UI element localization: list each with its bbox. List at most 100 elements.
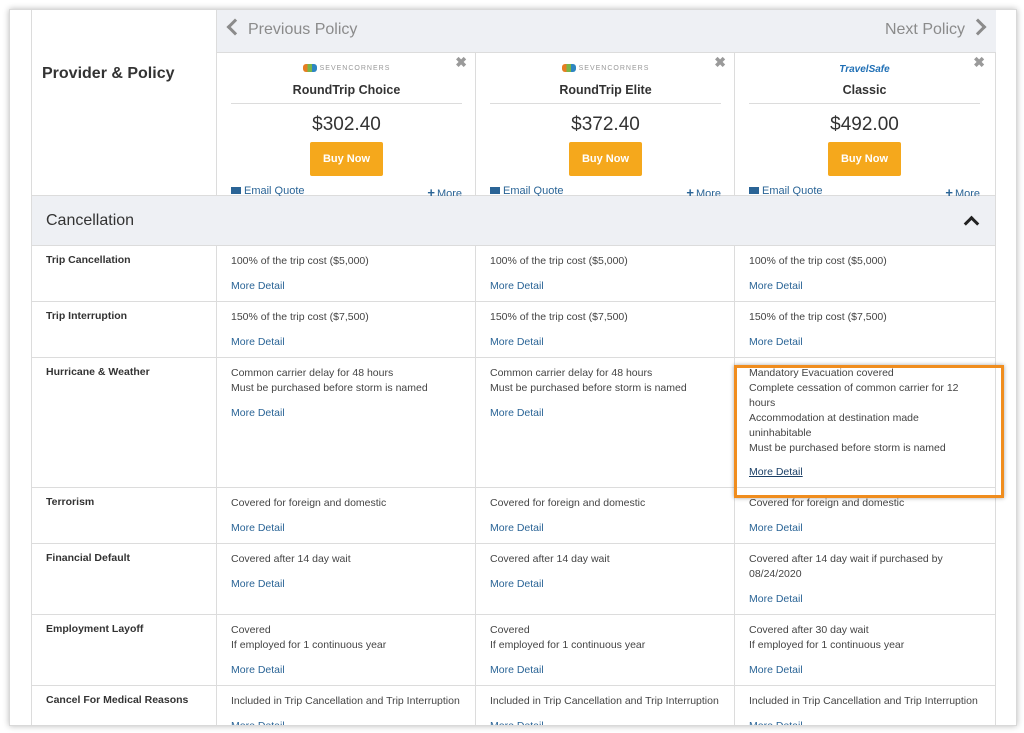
more-detail-link[interactable]: More Detail — [749, 720, 803, 725]
table-cell: Included in Trip Cancellation and Trip I… — [734, 686, 994, 725]
policy-price: $492.00 — [830, 114, 899, 135]
more-detail-link[interactable]: More Detail — [490, 280, 544, 292]
cell-text: Included in Trip Cancellation and Trip I… — [231, 695, 460, 707]
more-detail-link[interactable]: More Detail — [231, 280, 285, 292]
envelope-icon — [490, 187, 500, 194]
cell-text: Covered If employed for 1 continuous yea… — [231, 624, 387, 651]
more-detail-link[interactable]: More Detail — [231, 664, 285, 676]
table-row: Trip Interruption 150% of the trip cost … — [32, 302, 995, 358]
table-row: Employment Layoff Covered If employed fo… — [32, 615, 995, 686]
table-cell: 100% of the trip cost ($5,000) More Detai… — [734, 246, 994, 301]
envelope-icon — [231, 187, 241, 194]
more-detail-link[interactable]: More Detail — [490, 578, 544, 590]
table-cell: Covered after 14 day wait if purchased b… — [734, 544, 994, 614]
table-cell: Common carrier delay for 48 hours Must b… — [216, 358, 476, 487]
chevron-up-icon[interactable] — [963, 215, 980, 232]
cell-text: Covered after 14 day wait — [490, 553, 610, 565]
more-detail-link[interactable]: More Detail — [749, 280, 803, 292]
chevron-right-icon — [969, 18, 987, 36]
buy-now-button[interactable]: Buy Now — [310, 142, 383, 176]
table-cell: Covered after 30 day wait If employed fo… — [734, 615, 994, 685]
buy-now-button[interactable]: Buy Now — [828, 142, 901, 176]
cell-text: Common carrier delay for 48 hours Must b… — [231, 367, 428, 394]
envelope-icon — [749, 187, 759, 194]
more-detail-link[interactable]: More Detail — [749, 593, 803, 605]
table-cell: Covered If employed for 1 continuous yea… — [216, 615, 476, 685]
sevencorners-mark-icon — [561, 64, 576, 72]
previous-policy-label: Previous Policy — [248, 21, 358, 38]
cell-text: Covered after 14 day wait if purchased b… — [749, 553, 943, 580]
more-detail-link[interactable]: More Detail — [490, 720, 544, 725]
policy-name: RoundTrip Choice — [292, 83, 401, 97]
cell-text: Common carrier delay for 48 hours Must b… — [490, 367, 687, 394]
table-cell: 150% of the trip cost ($7,500) More Detai… — [216, 302, 476, 357]
provider-policy-heading: Provider & Policy — [42, 65, 175, 82]
table-row: Cancel For Medical Reasons Included in T… — [32, 686, 995, 725]
section-header-cancellation[interactable]: Cancellation — [32, 196, 995, 246]
policy-header-row: Provider & Policy ✖ SEVENCORNERS RoundTr… — [32, 52, 995, 200]
section-title: Cancellation — [46, 212, 135, 229]
table-cell: Covered after 14 day wait More Detail — [216, 544, 476, 614]
row-label: Trip Cancellation — [46, 254, 131, 266]
cell-text: Covered for foreign and domestic — [749, 497, 905, 509]
next-policy-link[interactable]: Next Policy — [884, 18, 987, 39]
more-detail-link[interactable]: More Detail — [231, 407, 285, 419]
cell-text: Covered for foreign and domestic — [231, 497, 387, 509]
chevron-left-icon — [226, 18, 244, 36]
policy-nav-bar: Previous Policy Next Policy — [216, 10, 996, 53]
table-cell: 150% of the trip cost ($7,500) More Detai… — [475, 302, 735, 357]
more-detail-link[interactable]: More Detail — [749, 664, 803, 676]
row-label: Terrorism — [46, 496, 95, 508]
provider-logo: SEVENCORNERS — [476, 64, 735, 76]
cell-text: 150% of the trip cost ($7,500) — [231, 311, 369, 323]
table-cell: 100% of the trip cost ($5,000) More Detai… — [216, 246, 476, 301]
table-cell: Covered after 14 day wait More Detail — [475, 544, 735, 614]
more-detail-link[interactable]: More Detail — [231, 522, 285, 534]
divider — [231, 103, 462, 104]
row-label: Financial Default — [46, 552, 131, 564]
table-row: Trip Cancellation 100% of the trip cost … — [32, 246, 995, 302]
policy-card: ✖ SEVENCORNERS RoundTrip Choice $302.40 … — [216, 52, 476, 200]
cell-text: 150% of the trip cost ($7,500) — [749, 311, 887, 323]
cell-text: 150% of the trip cost ($7,500) — [490, 311, 628, 323]
provider-logo: SEVENCORNERS — [217, 64, 476, 76]
more-detail-link[interactable]: More Detail — [231, 720, 285, 725]
more-detail-link[interactable]: More Detail — [231, 336, 285, 348]
policy-name: RoundTrip Elite — [559, 83, 652, 97]
table-cell: 150% of the trip cost ($7,500) More Detai… — [734, 302, 994, 357]
row-label: Cancel For Medical Reasons — [46, 694, 189, 706]
more-detail-link[interactable]: More Detail — [490, 522, 544, 534]
provider-logo: TravelSafe — [735, 64, 994, 76]
policy-price: $302.40 — [312, 114, 381, 135]
previous-policy-link[interactable]: Previous Policy — [226, 18, 358, 39]
row-label: Trip Interruption — [46, 310, 128, 322]
cell-text: 100% of the trip cost ($5,000) — [231, 255, 369, 267]
cell-text: Covered after 14 day wait — [231, 553, 351, 565]
more-detail-link[interactable]: More Detail — [749, 336, 803, 348]
table-cell: Covered for foreign and domestic More Det… — [475, 488, 735, 543]
comparison-window: Previous Policy Next Policy Provider & P… — [9, 9, 1017, 726]
more-detail-link[interactable]: More Detail — [490, 336, 544, 348]
buy-now-button[interactable]: Buy Now — [569, 142, 642, 176]
table-row: Financial Default Covered after 14 day w… — [32, 544, 995, 615]
more-detail-link[interactable]: More Detail — [490, 407, 544, 419]
provider-name: TravelSafe — [839, 64, 890, 75]
cell-text: Included in Trip Cancellation and Trip I… — [490, 695, 719, 707]
table-cell: Covered If employed for 1 continuous yea… — [475, 615, 735, 685]
more-detail-link[interactable]: More Detail — [749, 522, 803, 534]
table-cell: Included in Trip Cancellation and Trip I… — [216, 686, 476, 725]
sevencorners-mark-icon — [302, 64, 317, 72]
cell-text: 100% of the trip cost ($5,000) — [490, 255, 628, 267]
next-policy-label: Next Policy — [884, 21, 965, 38]
cell-text: Covered If employed for 1 continuous yea… — [490, 624, 646, 651]
more-detail-link[interactable]: More Detail — [231, 578, 285, 590]
cell-text: Covered for foreign and domestic — [490, 497, 646, 509]
provider-name: SEVENCORNERS — [578, 64, 650, 72]
policy-card: ✖ TravelSafe Classic $492.00 Buy Now Ema… — [734, 52, 994, 200]
policy-price: $372.40 — [571, 114, 640, 135]
more-detail-link[interactable]: More Detail — [490, 664, 544, 676]
row-label: Employment Layoff — [46, 623, 144, 635]
cell-text: 100% of the trip cost ($5,000) — [749, 255, 887, 267]
policy-name: Classic — [842, 83, 887, 97]
table-cell: Included in Trip Cancellation and Trip I… — [475, 686, 735, 725]
